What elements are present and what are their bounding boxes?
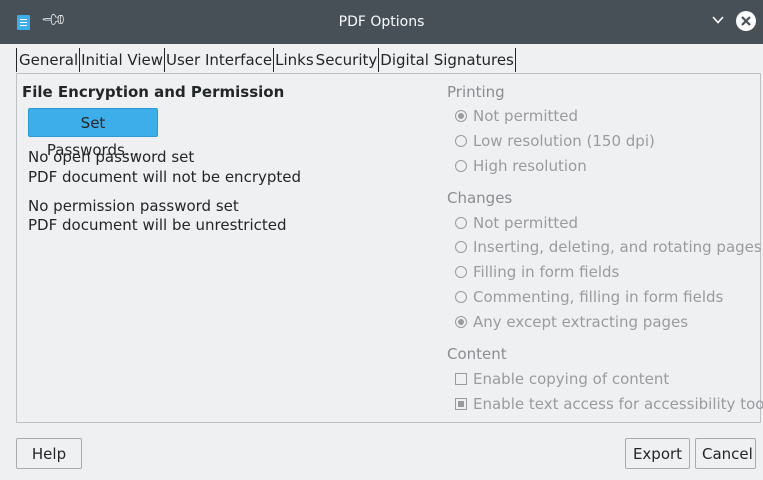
content-heading: Content — [447, 345, 507, 363]
radio-icon — [455, 316, 467, 328]
enable-copying-checkbox[interactable]: Enable copying of content — [455, 370, 669, 388]
tab-digital-signatures[interactable]: Digital Signatures — [378, 48, 516, 72]
tab-initial-view[interactable]: Initial View — [80, 48, 165, 72]
radio-icon — [455, 110, 467, 122]
changes-form-fields-radio[interactable]: Filling in form fields — [455, 263, 619, 281]
tab-links[interactable]: Links — [274, 48, 315, 72]
restriction-status: PDF document will be unrestricted — [28, 216, 287, 234]
window-title: PDF Options — [338, 14, 425, 30]
set-passwords-button[interactable]: Set Passwords... — [28, 108, 158, 159]
encryption-heading: File Encryption and Permission — [22, 83, 285, 101]
permission-password-status: No permission password set — [28, 197, 239, 215]
radio-icon — [455, 241, 467, 253]
cancel-button[interactable]: Cancel — [695, 438, 756, 469]
help-button[interactable]: Help — [16, 438, 82, 469]
printing-not-permitted-radio[interactable]: Not permitted — [455, 107, 578, 125]
title-bar: 📌︎ PDF Options — [0, 0, 763, 44]
open-password-status: No open password set — [28, 148, 195, 166]
changes-inserting-radio[interactable]: Inserting, deleting, and rotating pages — [455, 238, 762, 256]
tab-general[interactable]: General — [16, 48, 81, 72]
radio-icon — [455, 217, 467, 229]
encryption-status: PDF document will not be encrypted — [28, 168, 302, 186]
radio-icon — [455, 160, 467, 172]
printing-heading: Printing — [447, 83, 505, 101]
printing-high-resolution-radio[interactable]: High resolution — [455, 157, 587, 175]
changes-commenting-radio[interactable]: Commenting, filling in form fields — [455, 288, 723, 306]
radio-icon — [455, 266, 467, 278]
changes-any-except-radio[interactable]: Any except extracting pages — [455, 313, 688, 331]
radio-icon — [455, 291, 467, 303]
chevron-down-icon[interactable] — [712, 11, 724, 24]
tab-bar: General Initial View User Interface Link… — [16, 48, 516, 72]
close-icon[interactable] — [736, 11, 756, 31]
changes-heading: Changes — [447, 189, 513, 207]
printing-low-resolution-radio[interactable]: Low resolution (150 dpi) — [455, 132, 655, 150]
changes-not-permitted-radio[interactable]: Not permitted — [455, 214, 578, 232]
checkbox-icon — [455, 373, 467, 385]
tab-security[interactable]: Security — [315, 48, 379, 72]
tab-user-interface[interactable]: User Interface — [165, 48, 275, 72]
export-button[interactable]: Export — [625, 438, 690, 469]
radio-icon — [455, 135, 467, 147]
enable-accessibility-checkbox[interactable]: Enable text access for accessibility too… — [455, 395, 763, 413]
checkbox-icon — [455, 398, 467, 410]
